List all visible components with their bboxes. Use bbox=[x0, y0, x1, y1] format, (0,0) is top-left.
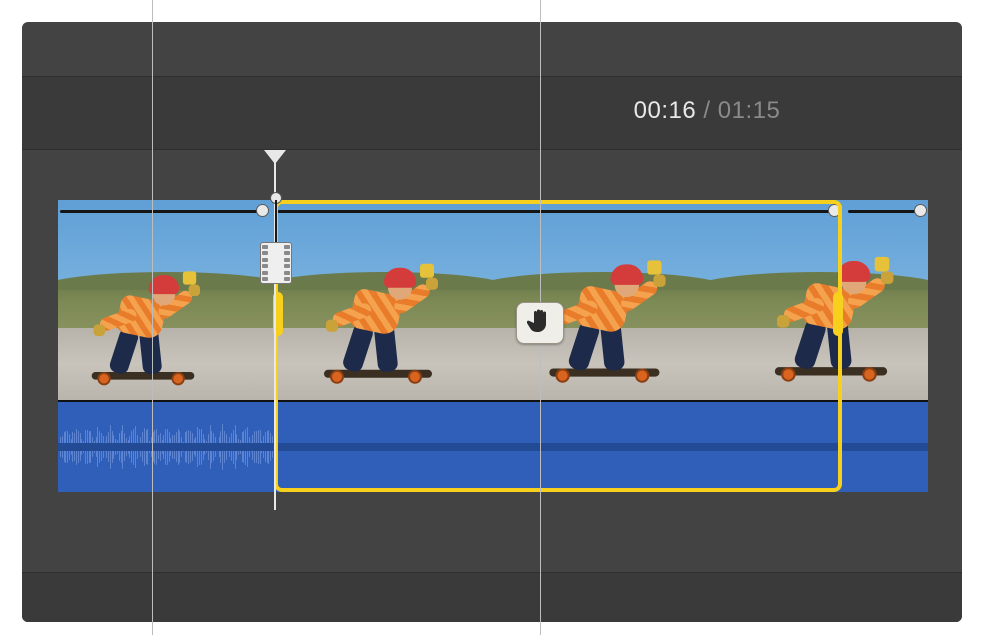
audio-waveform bbox=[58, 400, 274, 492]
hand-stop-icon bbox=[527, 307, 553, 340]
clip-thumbnail bbox=[58, 200, 276, 400]
video-clip[interactable] bbox=[58, 200, 928, 492]
time-separator: / bbox=[696, 97, 718, 124]
current-time: 00:16 bbox=[634, 97, 697, 124]
time-display: 00:16 / 01:15 bbox=[22, 97, 922, 125]
timeline-panel: 00:16 / 01:15 bbox=[22, 22, 962, 622]
speed-handle[interactable] bbox=[914, 204, 927, 217]
timeline-footer bbox=[22, 572, 962, 622]
freeze-frame-icon[interactable] bbox=[260, 242, 292, 284]
speed-segment bbox=[60, 210, 260, 213]
speed-handle[interactable] bbox=[828, 204, 841, 217]
total-duration: 01:15 bbox=[718, 97, 781, 124]
speed-segment bbox=[848, 210, 924, 213]
speed-bar[interactable] bbox=[58, 206, 928, 216]
speed-handle[interactable] bbox=[256, 204, 269, 217]
callout-line bbox=[152, 0, 153, 635]
clip-thumbnail bbox=[493, 200, 711, 400]
clip-thumbnail bbox=[711, 200, 929, 400]
timeline-header: 00:16 / 01:15 bbox=[22, 76, 962, 150]
clip-thumbnails bbox=[58, 200, 928, 400]
hold-frame-badge[interactable] bbox=[516, 302, 564, 344]
clip-thumbnail bbox=[276, 200, 494, 400]
speed-segment bbox=[274, 210, 834, 213]
clip-track[interactable] bbox=[58, 200, 928, 492]
audio-divider bbox=[58, 400, 928, 402]
